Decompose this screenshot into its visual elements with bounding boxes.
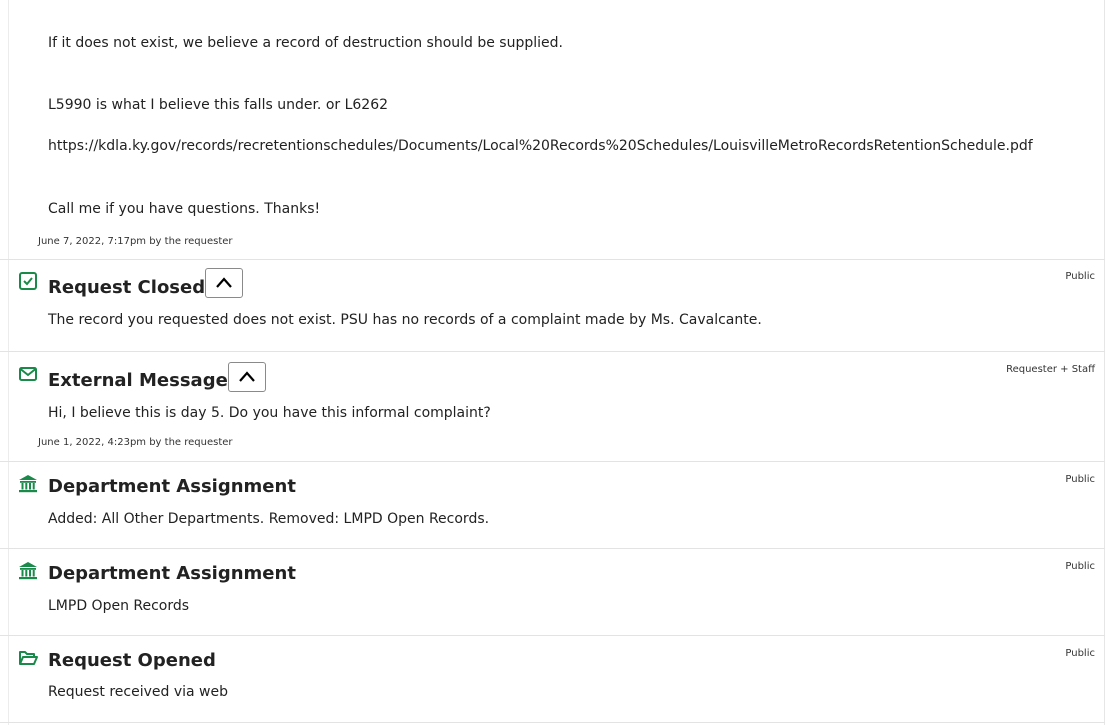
visibility-badge: Public — [1065, 561, 1095, 572]
visibility-badge: Public — [1065, 648, 1095, 659]
visibility-badge: Requester + Staff — [1006, 364, 1095, 375]
message-line: Call me if you have questions. Thanks! — [48, 201, 321, 217]
timeline-entry-request-opened: Request Opened Public Request received v… — [0, 636, 1105, 723]
entry-title: Department Assignment — [48, 563, 296, 584]
chevron-up-icon — [216, 277, 232, 288]
timeline-entry-request-closed: Request Closed Public The record you req… — [0, 259, 1105, 352]
timeline-entry-external-message: External Message Requester + Staff Hi, I… — [0, 352, 1105, 462]
entry-body: LMPD Open Records — [48, 598, 190, 614]
visibility-badge: Public — [1065, 271, 1095, 282]
entry-body: Request received via web — [48, 684, 228, 700]
message-line: L5990 is what I believe this falls under… — [48, 97, 389, 113]
chevron-up-icon — [239, 371, 255, 382]
collapse-button[interactable] — [205, 268, 243, 298]
bank-building-icon — [19, 562, 37, 580]
message-line: If it does not exist, we believe a recor… — [48, 35, 563, 51]
envelope-icon — [19, 367, 37, 381]
message-timestamp: June 7, 2022, 7:17pm by the requester — [38, 236, 233, 247]
checkbox-checked-icon — [19, 272, 37, 290]
timeline-entry-department-assignment: Department Assignment Public Added: All … — [0, 462, 1105, 549]
timeline-entry-department-assignment: Department Assignment Public LMPD Open R… — [0, 549, 1105, 636]
entry-body: Added: All Other Departments. Removed: L… — [48, 511, 490, 527]
entry-title: External Message — [48, 370, 228, 391]
entry-body: Hi, I believe this is day 5. Do you have… — [48, 405, 491, 421]
entry-title: Request Opened — [48, 650, 216, 671]
entry-title: Department Assignment — [48, 476, 296, 497]
collapse-button[interactable] — [228, 362, 266, 392]
bank-building-icon — [19, 475, 37, 493]
request-timeline: If it does not exist, we believe a recor… — [0, 0, 1105, 725]
entry-body: The record you requested does not exist.… — [48, 312, 762, 328]
entry-timestamp: June 1, 2022, 4:23pm by the requester — [38, 437, 233, 448]
visibility-badge: Public — [1065, 474, 1095, 485]
entry-title: Request Closed — [48, 277, 206, 298]
message-link-text: https://kdla.ky.gov/records/recretention… — [48, 138, 1033, 154]
folder-open-icon — [19, 651, 38, 665]
message-continuation: If it does not exist, we believe a recor… — [0, 0, 1105, 260]
